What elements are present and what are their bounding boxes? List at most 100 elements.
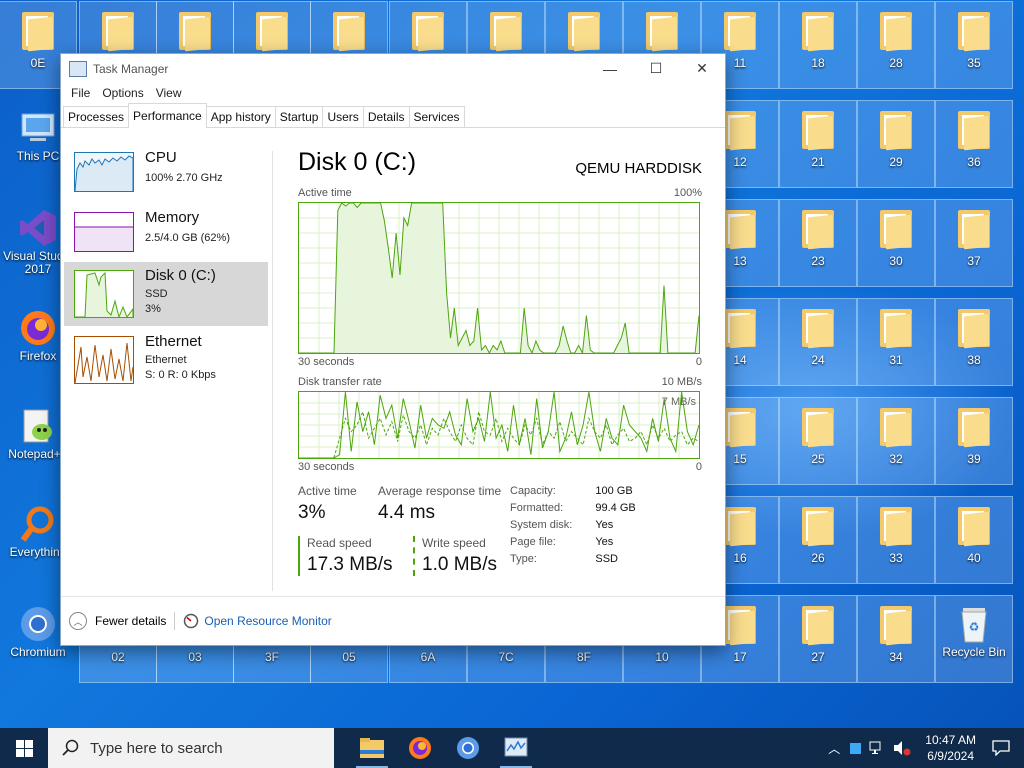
memory-name: Memory [145,209,200,226]
volume-muted-icon[interactable] [893,740,911,756]
property-key: Formatted: [510,501,564,514]
desktop-folder[interactable]: 28 [857,1,935,89]
title-bar[interactable]: Task Manager — ☐ ✕ [61,54,725,83]
avg-response-label: Average response time [378,484,502,498]
tab-processes[interactable]: Processes [63,106,130,127]
folder-icon [802,210,834,250]
sidebar-item-cpu[interactable]: CPU 100% 2.70 GHz [64,144,268,200]
folder-icon [724,111,756,151]
clock-time: 10:47 AM [925,733,976,747]
property-row: Page file: Yes [510,535,637,552]
desktop-folder[interactable]: 36 [935,100,1013,188]
taskbar-clock[interactable]: 10:47 AM 6/9/2024 [925,732,976,764]
maximize-button[interactable]: ☐ [633,54,679,83]
desktop-folder[interactable]: 18 [779,1,857,89]
disk-type: SSD [145,288,168,300]
tab-users[interactable]: Users [322,106,364,127]
taskbar-firefox[interactable] [396,728,444,768]
folder-icon [22,12,54,52]
folder-label: 39 [967,452,981,466]
tab-app-history[interactable]: App history [205,106,276,127]
desktop-folder[interactable]: 30 [857,199,935,287]
desktop-folder[interactable]: 34 [857,595,935,683]
disk-properties: Capacity: 100 GB Formatted: 99.4 GB System… [510,484,637,569]
property-key: System disk: [510,518,573,531]
tray-app-icon[interactable] [850,742,862,754]
transfer-rate-graph-label: Disk transfer rate [298,376,382,388]
folder-icon [958,12,990,52]
folder-label: 37 [967,254,981,268]
menu-options[interactable]: Options [96,86,149,100]
desktop-folder[interactable]: 29 [857,100,935,188]
desktop-folder[interactable]: 35 [935,1,1013,89]
folder-icon [958,507,990,547]
taskbar-file-explorer[interactable] [348,728,396,768]
recycle-bin-label: Recycle Bin [942,645,1006,659]
close-button[interactable]: ✕ [679,54,725,83]
desktop-folder[interactable]: 23 [779,199,857,287]
chromium-icon [21,607,55,641]
tab-services[interactable]: Services [408,106,465,127]
folder-icon [724,408,756,448]
write-speed-stat: Write speed 1.0 MB/s [413,536,497,576]
desktop-folder[interactable]: 39 [935,397,1013,485]
sidebar-item-disk[interactable]: Disk 0 (C:) SSD 3% [64,262,268,326]
sidebar-item-memory[interactable]: Memory 2.5/4.0 GB (62%) [64,204,268,260]
desktop-folder[interactable]: 32 [857,397,935,485]
desktop-folder[interactable]: 27 [779,595,857,683]
transfer-rate-graph-max: 10 MB/s [661,376,702,388]
task-manager-window: Task Manager — ☐ ✕ File Options View Pro… [60,53,726,646]
active-time-graph [298,202,700,354]
property-row: Capacity: 100 GB [510,484,637,501]
folder-label: 28 [889,56,903,70]
network-icon[interactable] [869,741,885,755]
tab-details[interactable]: Details [362,106,410,127]
folder-icon [880,210,912,250]
desktop-folder[interactable]: 25 [779,397,857,485]
folder-icon [724,606,756,646]
folder-label: 6A [420,650,436,664]
folder-icon [958,210,990,250]
start-button[interactable] [0,728,48,768]
property-key: Page file: [510,535,556,548]
folder-icon [802,12,834,52]
desktop-folder[interactable]: 37 [935,199,1013,287]
desktop-folder[interactable]: 21 [779,100,857,188]
taskbar-chromium[interactable] [444,728,492,768]
read-speed-label: Read speed [307,536,372,550]
taskbar-search-box[interactable]: Type here to search [48,728,334,768]
search-icon [62,739,79,756]
fewer-details-button[interactable]: ︿ Fewer details [69,612,166,630]
desktop-folder[interactable]: 26 [779,496,857,584]
desktop-folder[interactable]: 38 [935,298,1013,386]
folder-label: 31 [889,353,903,367]
tab-startup[interactable]: Startup [274,106,324,127]
tab-performance[interactable]: Performance [128,103,207,128]
taskbar-task-manager[interactable] [492,728,540,768]
folder-label: 18 [811,56,825,70]
notifications-icon[interactable] [992,740,1010,756]
folder-icon [880,309,912,349]
desktop-recycle-bin[interactable]: ♻ Recycle Bin [935,595,1013,683]
disk-title: Disk 0 (C:) [298,148,417,176]
sidebar-item-ethernet[interactable]: Ethernet Ethernet S: 0 R: 0 Kbps [64,328,268,388]
desktop-folder[interactable]: 40 [935,496,1013,584]
open-resource-monitor-link[interactable]: Open Resource Monitor [183,613,332,629]
desktop-folder[interactable]: 24 [779,298,857,386]
desktop-folder[interactable]: 31 [857,298,935,386]
active-time-graph-min: 0 [695,356,702,368]
memory-usage: 2.5/4.0 GB (62%) [145,232,230,244]
menu-file[interactable]: File [65,86,96,100]
chevron-up-icon[interactable]: ︿ [828,740,840,757]
folder-label: 17 [733,650,747,664]
minimize-button[interactable]: — [587,54,633,83]
desktop-folder[interactable]: 33 [857,496,935,584]
memory-thumbnail-graph [74,212,134,252]
folder-icon [646,12,678,52]
cpu-name: CPU [145,149,177,166]
folder-icon [880,606,912,646]
active-time-stat-value: 3% [298,502,326,523]
folder-label: 35 [967,56,981,70]
ethernet-throughput: S: 0 R: 0 Kbps [145,369,216,381]
menu-view[interactable]: View [150,86,188,100]
